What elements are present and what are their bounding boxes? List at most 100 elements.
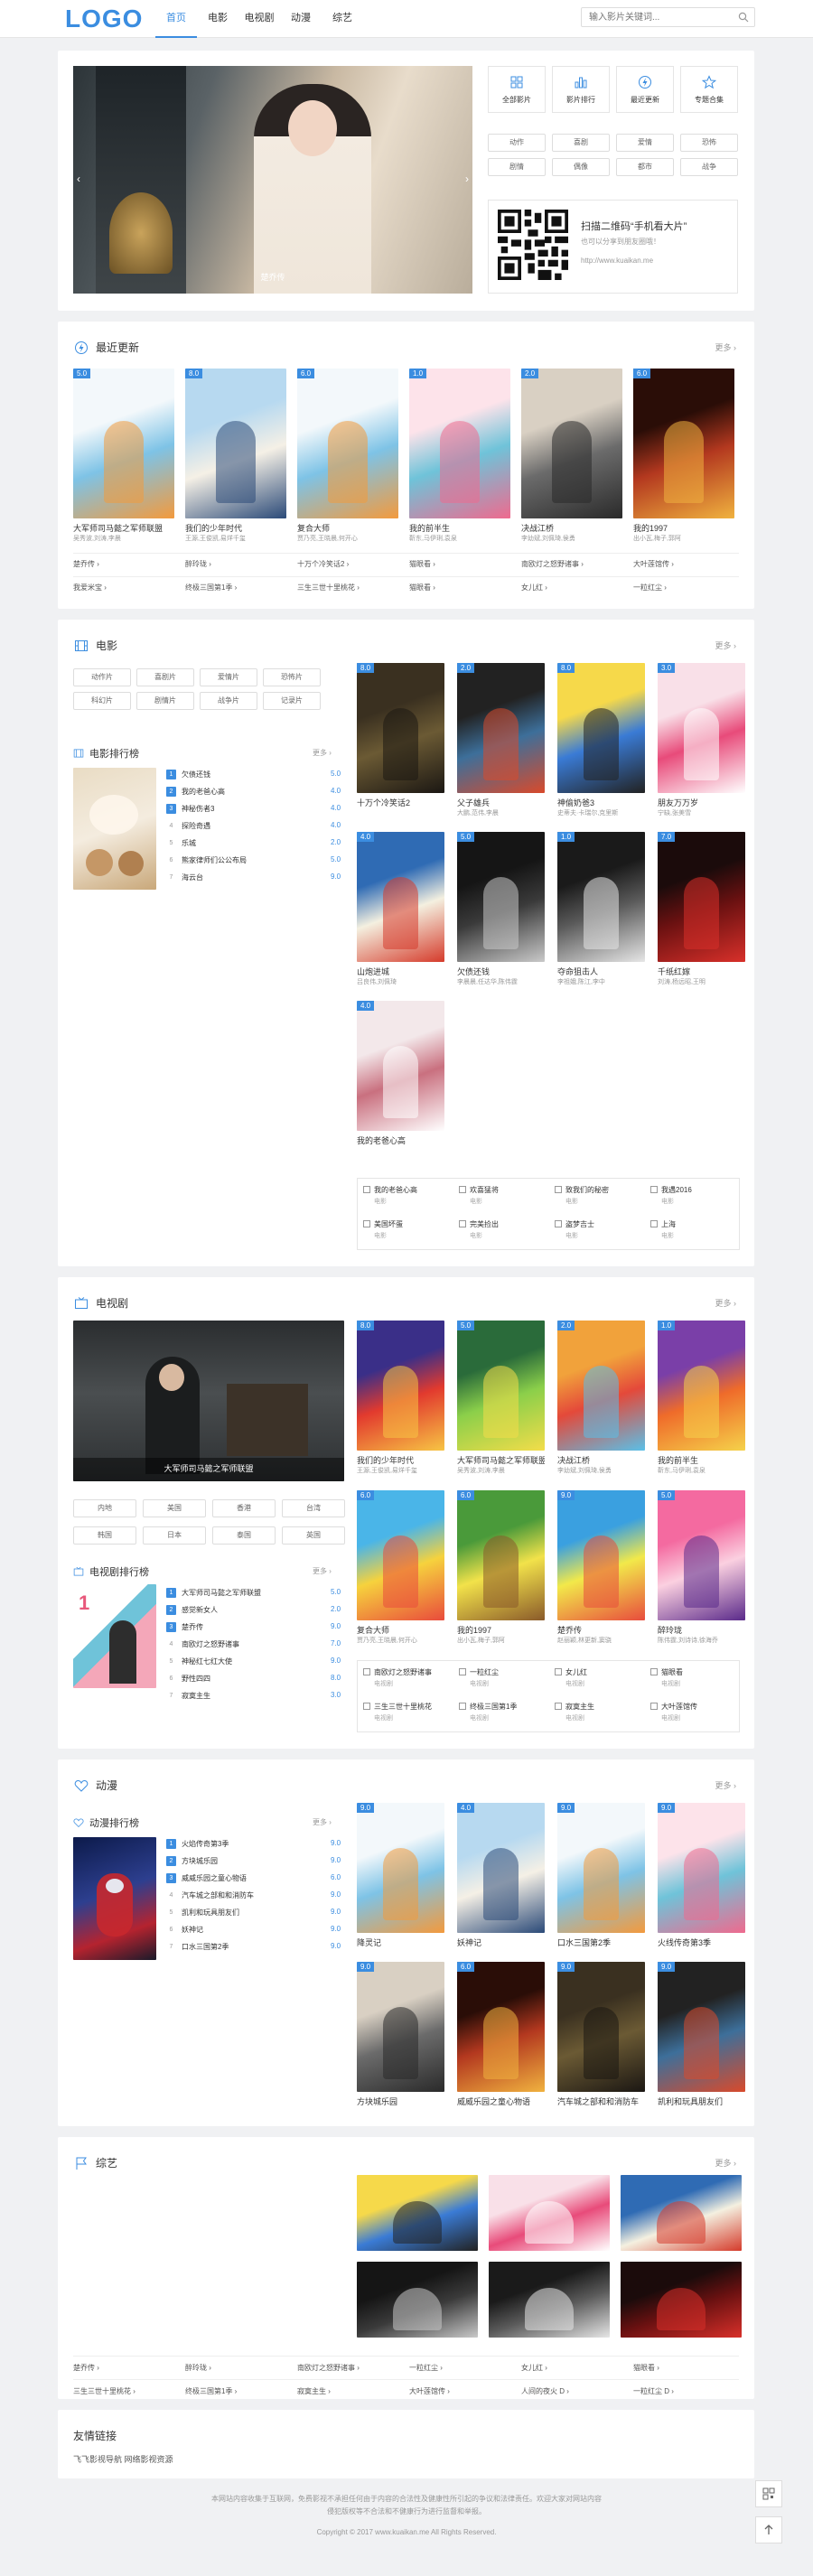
- anime-poster[interactable]: 9.0: [557, 1962, 645, 2092]
- rank-item[interactable]: 6 熊家律师们公公布局: [166, 855, 247, 865]
- movie-poster[interactable]: 4.0: [357, 1001, 444, 1131]
- quick-link-item[interactable]: 寂寞主生 ›: [297, 2386, 331, 2396]
- poster-title[interactable]: 复合大师: [357, 1624, 444, 1636]
- rank-item[interactable]: 7 海云台: [166, 873, 203, 882]
- rank-item[interactable]: 5 神秘红七红大使: [166, 1657, 232, 1666]
- anime-poster[interactable]: 9.0: [557, 1803, 645, 1933]
- tv-tag[interactable]: 泰国: [212, 1526, 276, 1545]
- grid-link-item[interactable]: 大叶莲馆传 电视剧: [650, 1702, 697, 1722]
- poster-title[interactable]: 我们的少年时代: [185, 522, 286, 534]
- rank-item[interactable]: 4 南欧灯之怒野诸事: [166, 1639, 239, 1649]
- rank-item[interactable]: 1 欠债还钱: [166, 770, 210, 779]
- more-link[interactable]: 更多 ›: [715, 1779, 736, 1791]
- float-qr-button[interactable]: [755, 2480, 782, 2507]
- quick-link-item[interactable]: 十万个冷笑话2 ›: [297, 559, 349, 569]
- recent-poster[interactable]: 8.0: [185, 369, 286, 518]
- anime-poster[interactable]: 9.0: [357, 1962, 444, 2092]
- nav-tv[interactable]: 电视剧: [238, 0, 280, 38]
- poster-title[interactable]: 大军师司马懿之军师联盟: [73, 522, 174, 534]
- grid-link-item[interactable]: 寂寞主生 电视剧: [555, 1702, 594, 1722]
- poster-title[interactable]: 山炮进城: [357, 966, 444, 977]
- poster-title[interactable]: 我的1997: [457, 1624, 545, 1636]
- hero-tag[interactable]: 剧情: [488, 158, 546, 176]
- anime-poster[interactable]: 9.0: [658, 1803, 745, 1933]
- anime-poster[interactable]: 9.0: [658, 1962, 745, 2092]
- search-input[interactable]: [582, 8, 731, 26]
- nav-variety[interactable]: 综艺: [322, 0, 363, 38]
- quick-link-item[interactable]: 三生三世十里桃花 ›: [297, 583, 360, 593]
- poster-title[interactable]: 凯利和玩具朋友们: [658, 2095, 745, 2107]
- grid-link-item[interactable]: 终极三国第1季 电视剧: [459, 1702, 517, 1722]
- poster-title[interactable]: 大军师司马懿之军师联盟: [457, 1454, 545, 1466]
- movie-tag[interactable]: 剧情片: [136, 692, 194, 710]
- recent-poster[interactable]: 5.0: [73, 369, 174, 518]
- quick-link-item[interactable]: 醉玲珑 ›: [185, 2363, 211, 2373]
- quick-link-item[interactable]: 大叶莲馆传 ›: [409, 2386, 450, 2396]
- rank-cover[interactable]: 1: [73, 1584, 156, 1688]
- rank-more-link[interactable]: 更多 ›: [313, 1817, 332, 1827]
- more-link[interactable]: 更多 ›: [715, 2157, 736, 2169]
- hero-tag[interactable]: 恐怖: [680, 134, 738, 152]
- grid-link-item[interactable]: 完美捡出 电影: [459, 1219, 499, 1240]
- movie-tag[interactable]: 喜剧片: [136, 668, 194, 686]
- variety-tile[interactable]: [621, 2175, 742, 2251]
- quick-link-item[interactable]: 一粒红尘 ›: [409, 2363, 443, 2373]
- rank-more-link[interactable]: 更多 ›: [313, 748, 332, 758]
- movie-tag[interactable]: 恐怖片: [263, 668, 321, 686]
- poster-title[interactable]: 我的前半生: [409, 522, 510, 534]
- rank-item[interactable]: 1 火焰传奇第3季: [166, 1839, 229, 1849]
- poster-title[interactable]: 妖神记: [457, 1937, 545, 1948]
- hero-tag[interactable]: 战争: [680, 158, 738, 176]
- tv-tag[interactable]: 英国: [282, 1526, 345, 1545]
- rank-item[interactable]: 5 凯利和玩具朋友们: [166, 1908, 239, 1918]
- more-link[interactable]: 更多 ›: [715, 1297, 736, 1309]
- variety-tile[interactable]: [621, 2262, 742, 2338]
- tv-poster[interactable]: 6.0: [457, 1490, 545, 1620]
- anime-poster[interactable]: 6.0: [457, 1962, 545, 2092]
- tv-poster[interactable]: 8.0: [357, 1321, 444, 1451]
- variety-tile[interactable]: [489, 2262, 610, 2338]
- poster-title[interactable]: 十万个冷笑话2: [357, 797, 444, 808]
- tv-tag[interactable]: 日本: [143, 1526, 206, 1545]
- hero-next-arrow[interactable]: ›: [465, 173, 469, 185]
- rank-item[interactable]: 3 神秘伤者3: [166, 804, 214, 814]
- recent-poster[interactable]: 2.0: [521, 369, 622, 518]
- quick-link-item[interactable]: 南欧灯之怒野诸事 ›: [521, 559, 584, 569]
- quick-link-item[interactable]: 楚乔传 ›: [73, 559, 99, 569]
- variety-tile[interactable]: [357, 2175, 478, 2251]
- tv-poster[interactable]: 6.0: [357, 1490, 444, 1620]
- poster-title[interactable]: 复合大师: [297, 522, 398, 534]
- site-logo[interactable]: LOGO: [65, 5, 143, 33]
- poster-title[interactable]: 方块城乐园: [357, 2095, 444, 2107]
- quick-link-recent[interactable]: 最近更新: [616, 66, 674, 113]
- quick-link-item[interactable]: 猫眼看 ›: [409, 583, 435, 593]
- more-link[interactable]: 更多 ›: [715, 341, 736, 353]
- movie-tag[interactable]: 动作片: [73, 668, 131, 686]
- tv-banner[interactable]: 大军师司马懿之军师联盟: [73, 1321, 344, 1481]
- rank-item[interactable]: 2 方块城乐园: [166, 1856, 218, 1866]
- poster-title[interactable]: 决战江桥: [557, 1454, 645, 1466]
- quick-link-topics[interactable]: 专题合集: [680, 66, 738, 113]
- rank-item[interactable]: 2 我的老爸心高: [166, 787, 225, 797]
- tv-poster[interactable]: 9.0: [557, 1490, 645, 1620]
- rank-item[interactable]: 3 楚乔传: [166, 1622, 203, 1632]
- more-link[interactable]: 更多 ›: [715, 639, 736, 651]
- poster-title[interactable]: 千纸红嫁: [658, 966, 745, 977]
- movie-poster[interactable]: 5.0: [457, 832, 545, 962]
- back-to-top-button[interactable]: [755, 2516, 782, 2543]
- hero-tag[interactable]: 喜剧: [552, 134, 610, 152]
- poster-title[interactable]: 楚乔传: [557, 1624, 645, 1636]
- variety-tile[interactable]: [357, 2262, 478, 2338]
- tv-tag[interactable]: 内地: [73, 1499, 136, 1517]
- rank-item[interactable]: 6 野性四四: [166, 1674, 210, 1684]
- grid-link-item[interactable]: 上海 电影: [650, 1219, 676, 1240]
- quick-link-all[interactable]: 全部影片: [488, 66, 546, 113]
- movie-poster[interactable]: 4.0: [357, 832, 444, 962]
- poster-title[interactable]: 父子雄兵: [457, 797, 545, 808]
- tv-tag[interactable]: 美国: [143, 1499, 206, 1517]
- friend-links[interactable]: 飞飞影视导航 网络影视资源: [73, 2453, 173, 2465]
- poster-title[interactable]: 欠债还钱: [457, 966, 545, 977]
- recent-poster[interactable]: 6.0: [633, 369, 734, 518]
- movie-poster[interactable]: 7.0: [658, 832, 745, 962]
- movie-tag[interactable]: 记录片: [263, 692, 321, 710]
